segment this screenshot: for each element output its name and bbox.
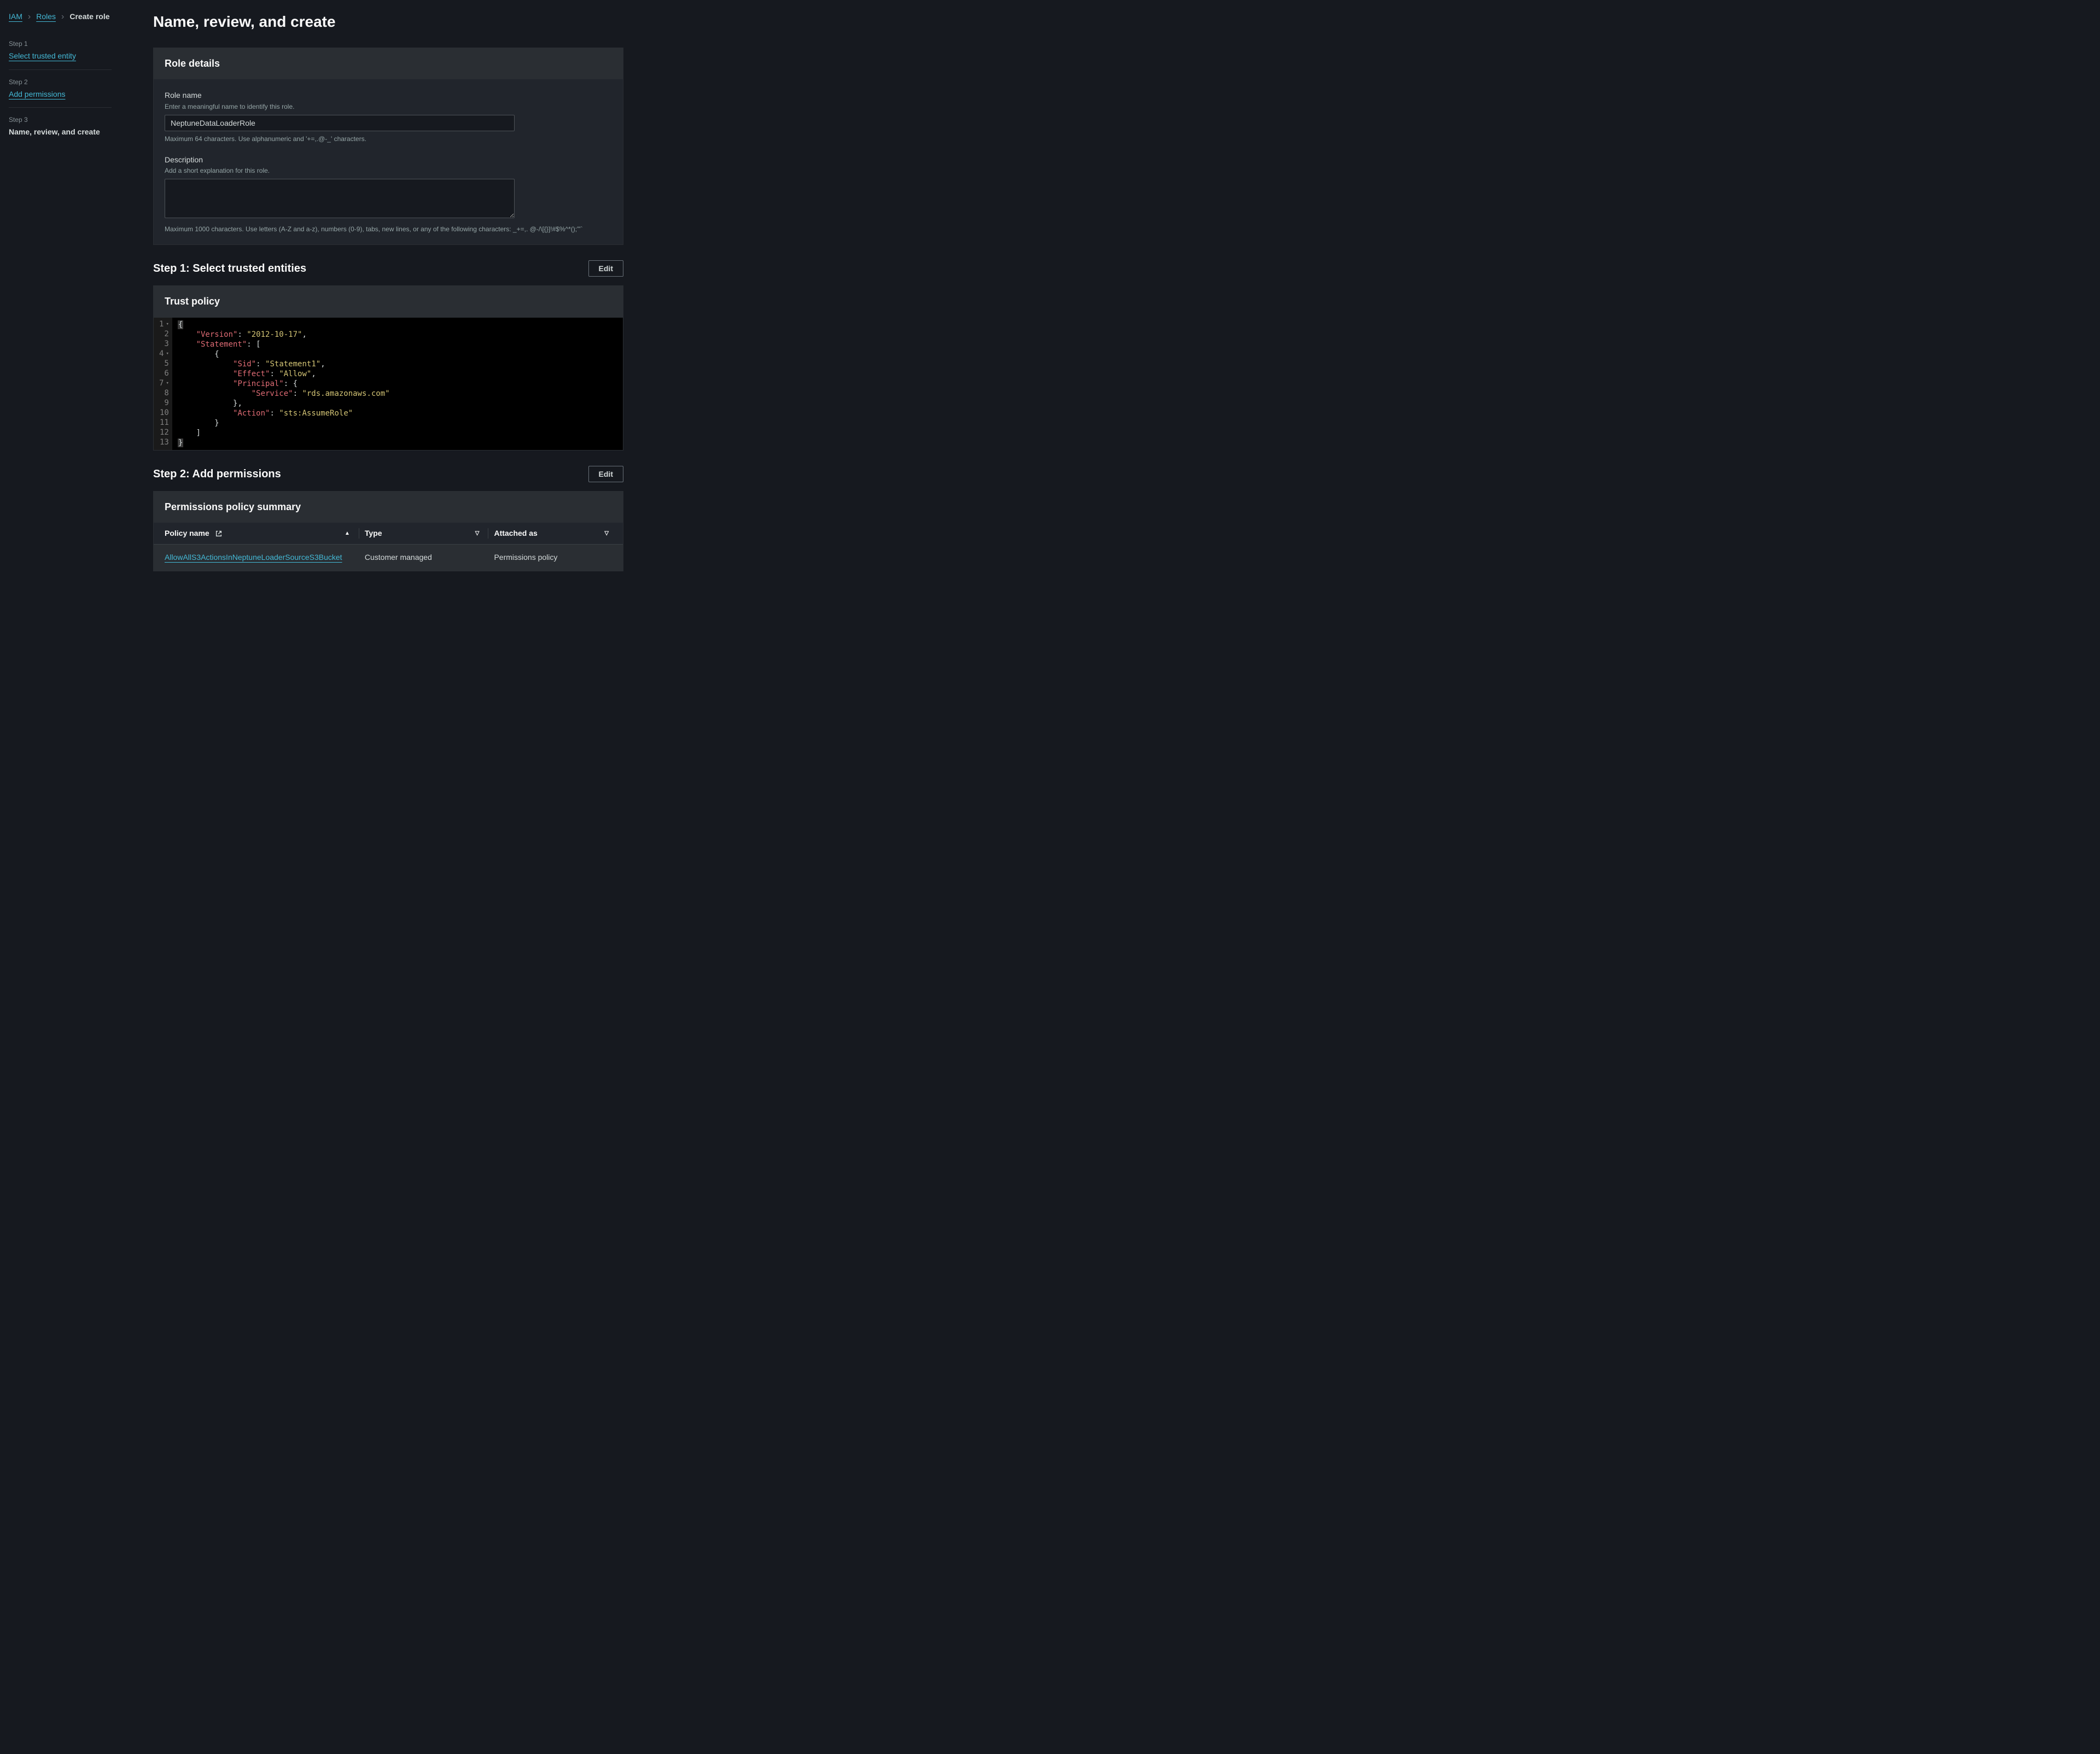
policy-link[interactable]: AllowAllS3ActionsInNeptuneLoaderSourceS3… <box>165 553 342 562</box>
step3-current: Name, review, and create <box>9 127 112 138</box>
role-name-hint: Enter a meaningful name to identify this… <box>165 102 612 112</box>
description-label: Description <box>165 155 612 166</box>
sort-asc-icon: ▲ <box>345 530 353 537</box>
sort-icon: ▽ <box>604 530 612 537</box>
chevron-right-icon: › <box>28 11 31 23</box>
description-footnote: Maximum 1000 characters. Use letters (A-… <box>165 225 612 234</box>
fold-icon[interactable]: ▾ <box>166 350 168 357</box>
code-gutter: 1▾ 2 3 4▾ 5 6 7▾ 8 9 10 11 12 13 <box>154 318 172 450</box>
breadcrumb-current: Create role <box>69 11 109 22</box>
step1-review-heading: Step 1: Select trusted entities <box>153 261 306 276</box>
trust-policy-heading: Trust policy <box>154 286 623 317</box>
permissions-heading: Permissions policy summary <box>154 492 623 523</box>
col-attached-as[interactable]: Attached as ▽ <box>494 528 612 539</box>
step1-label: Step 1 <box>9 39 112 49</box>
role-name-footnote: Maximum 64 characters. Use alphanumeric … <box>165 135 612 144</box>
permissions-panel: Permissions policy summary Policy name ▲… <box>153 491 623 571</box>
table-header: Policy name ▲ Type ▽ Attached as <box>154 523 623 545</box>
edit-step2-button[interactable]: Edit <box>588 466 623 482</box>
col-policy-name[interactable]: Policy name ▲ <box>165 528 353 539</box>
policy-attached-as: Permissions policy <box>494 552 612 563</box>
role-details-heading: Role details <box>154 48 623 79</box>
fold-icon[interactable]: ▾ <box>166 321 168 328</box>
page-title: Name, review, and create <box>153 11 623 32</box>
trust-policy-editor[interactable]: 1▾ 2 3 4▾ 5 6 7▾ 8 9 10 11 12 13 { "Ve <box>154 318 623 450</box>
role-details-panel: Role details Role name Enter a meaningfu… <box>153 48 623 245</box>
breadcrumb-roles[interactable]: Roles <box>36 11 56 22</box>
trust-policy-panel: Trust policy 1▾ 2 3 4▾ 5 6 7▾ 8 9 10 11 … <box>153 285 623 450</box>
step2-link[interactable]: Add permissions <box>9 89 112 100</box>
fold-icon[interactable]: ▾ <box>166 380 168 387</box>
external-link-icon <box>215 530 223 537</box>
step3-label: Step 3 <box>9 115 112 125</box>
step2-label: Step 2 <box>9 78 112 87</box>
description-input[interactable] <box>165 179 515 218</box>
policy-type: Customer managed <box>365 552 483 563</box>
breadcrumb: IAM › Roles › Create role <box>9 11 112 23</box>
table-row: AllowAllS3ActionsInNeptuneLoaderSourceS3… <box>154 545 623 571</box>
role-name-label: Role name <box>165 90 612 101</box>
breadcrumb-iam[interactable]: IAM <box>9 11 22 22</box>
sort-icon: ▽ <box>475 530 483 537</box>
role-name-input[interactable] <box>165 115 515 131</box>
step2-review-heading: Step 2: Add permissions <box>153 466 281 482</box>
description-hint: Add a short explanation for this role. <box>165 166 612 176</box>
step1-link[interactable]: Select trusted entity <box>9 51 112 62</box>
chevron-right-icon: › <box>61 11 64 23</box>
code-area[interactable]: { "Version": "2012-10-17", "Statement": … <box>172 318 623 450</box>
edit-step1-button[interactable]: Edit <box>588 260 623 277</box>
col-type[interactable]: Type ▽ <box>365 528 483 539</box>
